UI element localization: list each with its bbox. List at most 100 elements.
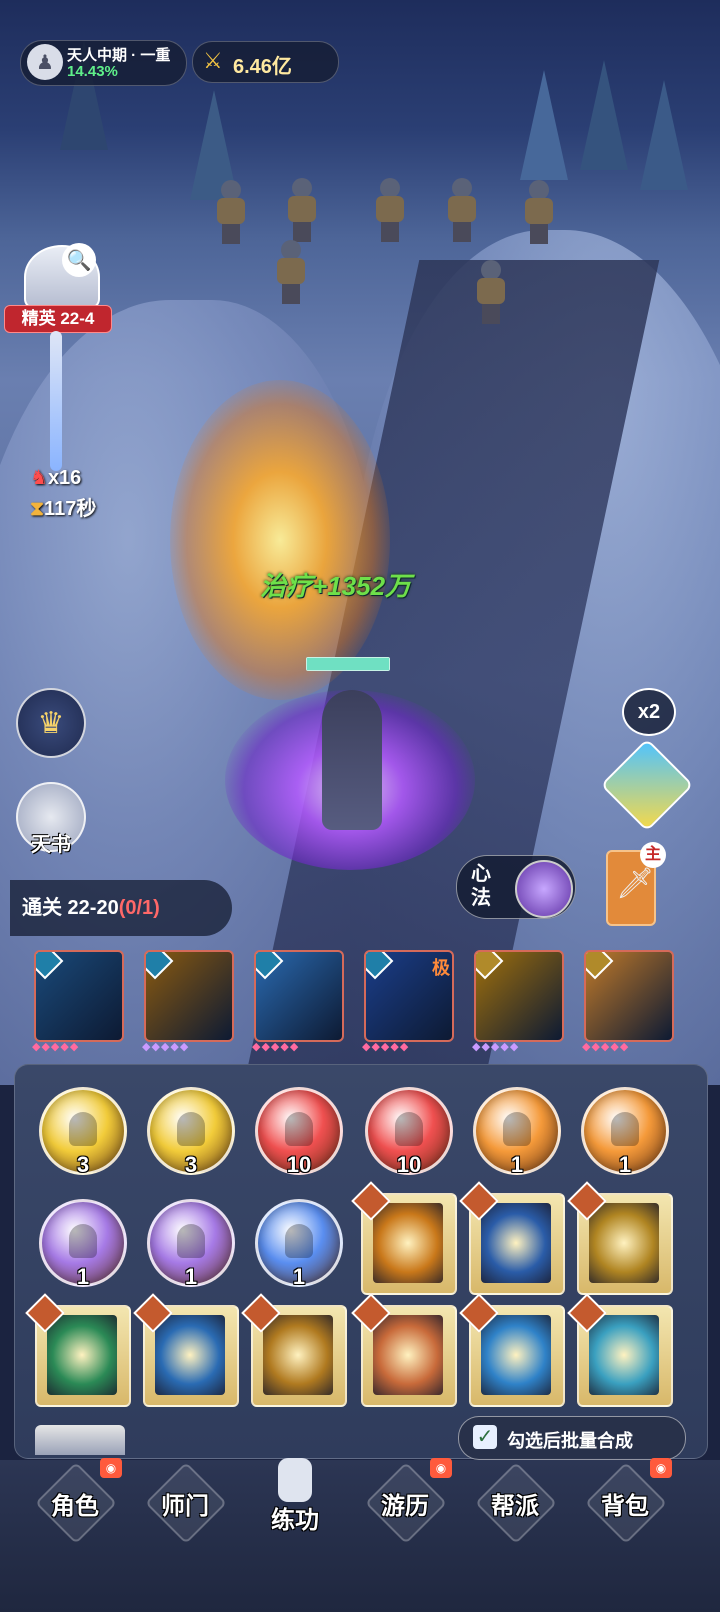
merge-bead[interactable]: 1	[581, 1087, 669, 1177]
taiji-art-icon	[481, 1203, 551, 1283]
nav-label: 角色	[51, 1493, 99, 1520]
batch-merge-toggle[interactable]: ✓ 勾选后批量合成	[458, 1416, 686, 1460]
nav-tab-4[interactable]: 帮派	[460, 1460, 570, 1560]
merge-bead[interactable]: 10	[255, 1087, 343, 1177]
merge-bead[interactable]: 1	[255, 1199, 343, 1289]
pine-tree	[640, 80, 688, 190]
merge-bead[interactable]: 3	[39, 1087, 127, 1177]
meditating-figure-icon	[285, 1112, 313, 1146]
bottom-nav: 角色 ◉ 师门 练功 游历 ◉ 帮派 背包 ◉	[0, 1458, 720, 1612]
stage-tag: 精英 22-4	[4, 305, 112, 333]
star-dots: ◆◆◆◆◆	[582, 1041, 630, 1053]
kill-counter: ♞x16	[30, 467, 82, 489]
bead-count: 3	[76, 1152, 90, 1177]
skill-book-sword[interactable]	[241, 1293, 347, 1407]
skill-book-leaf[interactable]	[25, 1293, 131, 1407]
nav-label: 帮派	[491, 1493, 539, 1520]
nav-label: 游历	[381, 1493, 429, 1520]
merge-bead[interactable]: 3	[147, 1087, 235, 1177]
skill-card-comets[interactable]	[584, 950, 674, 1042]
skill-card-cubes[interactable]	[254, 950, 344, 1042]
bead-count: 1	[510, 1152, 524, 1177]
realm-title: 天人中期 · 一重	[67, 47, 171, 64]
nav-tab-0[interactable]: 角色 ◉	[20, 1458, 130, 1560]
bead-count: 1	[618, 1152, 632, 1177]
skill-book-storm[interactable]	[133, 1293, 239, 1407]
meditating-figure-icon	[69, 1112, 97, 1146]
merge-bead[interactable]: 1	[147, 1199, 235, 1289]
star-dots: ◆◆◆◆◆	[142, 1041, 190, 1053]
enemy-soldier	[474, 260, 508, 324]
skill-card-orb[interactable]: 极	[364, 950, 454, 1042]
merge-panel: 3 3 10 10 1 1 1 1 1	[14, 1064, 708, 1459]
sword-school-icon	[586, 952, 614, 980]
stage-progress-rod	[50, 331, 62, 471]
demon-icon: ♞	[30, 467, 48, 489]
treasure-bag-button[interactable]: ♛	[16, 688, 86, 758]
batch-checkbox[interactable]: ✓	[473, 1425, 497, 1449]
nav-tab-2[interactable]: 练功	[240, 1458, 350, 1560]
skill-book-wave[interactable]	[459, 1293, 565, 1407]
skill-card-lightning[interactable]	[144, 950, 234, 1042]
pine-tree	[580, 60, 628, 170]
extreme-tag: 极	[432, 958, 450, 978]
swirl-school-icon	[366, 952, 394, 980]
meditating-figure-icon	[69, 1224, 97, 1258]
player-hero	[322, 690, 382, 830]
quest-bar[interactable]: 通关 22-20(0/1)	[10, 880, 232, 936]
meditating-figure-icon	[611, 1112, 639, 1146]
enemy-soldier	[373, 178, 407, 242]
bead-count: 10	[286, 1152, 312, 1177]
player-avatar-icon: ♟	[27, 44, 63, 80]
swirl-school-icon	[146, 952, 174, 980]
enemy-soldier	[214, 180, 248, 244]
search-icon[interactable]: 🔍	[62, 243, 96, 277]
merge-bead[interactable]: 1	[473, 1087, 561, 1177]
star-dots: ◆◆◆◆◆	[472, 1041, 520, 1053]
swirl-school-icon	[256, 952, 284, 980]
skill-card-sword-rain[interactable]	[474, 950, 564, 1042]
storm-art-icon	[155, 1315, 225, 1395]
tianshu-button[interactable]: 天书	[16, 782, 86, 856]
meditating-figure-icon	[177, 1224, 205, 1258]
xinfa-button[interactable]: 心法	[456, 855, 576, 919]
meditating-figure-icon	[503, 1112, 531, 1146]
nav-label: 练功	[271, 1507, 319, 1534]
skill-book-sword[interactable]	[567, 1181, 673, 1295]
nav-label: 背包	[601, 1493, 649, 1520]
star-dots: ◆◆◆◆◆	[252, 1041, 300, 1053]
nav-tab-3[interactable]: 游历 ◉	[350, 1458, 460, 1560]
dagger-icon: 🗡	[616, 867, 655, 900]
pine-tree	[520, 70, 568, 180]
meditating-figure-icon	[395, 1112, 423, 1146]
skill-book-wave[interactable]	[567, 1293, 673, 1407]
training-post-icon	[278, 1458, 312, 1502]
tianshu-label: 天书	[31, 834, 71, 856]
merge-bead[interactable]: 1	[39, 1199, 127, 1289]
enemy-soldier	[445, 178, 479, 242]
skill-book-sword[interactable]	[351, 1293, 457, 1407]
hero-hp-bar	[306, 657, 390, 671]
money-bag-icon: ♛	[37, 706, 65, 740]
skill-book-taiji[interactable]	[459, 1181, 565, 1295]
nav-tab-1[interactable]: 师门	[130, 1460, 240, 1560]
realm-badge[interactable]: ♟ 天人中期 · 一重 14.43%	[20, 40, 187, 86]
wave-art-icon	[481, 1315, 551, 1395]
sword-school-icon	[476, 952, 504, 980]
skill-card-ice[interactable]	[34, 950, 124, 1042]
main-weapon-badge: 主	[640, 842, 666, 868]
merge-bead[interactable]: 10	[365, 1087, 453, 1177]
heal-number: 治疗+1352万	[260, 571, 412, 601]
realm-progress: 14.43%	[67, 63, 118, 80]
combat-power[interactable]: ⚔ 6.46亿	[192, 41, 339, 83]
skill-book-partial[interactable]	[35, 1425, 125, 1455]
batch-label: 勾选后批量合成	[507, 1431, 633, 1451]
nav-label: 师门	[161, 1493, 209, 1520]
notification-badge-icon: ◉	[650, 1458, 672, 1478]
time-counter: ⧗117秒	[30, 498, 97, 520]
skill-book-monk[interactable]	[351, 1181, 457, 1295]
main-weapon-button[interactable]: 🗡 主	[606, 842, 666, 926]
nav-tab-5[interactable]: 背包 ◉	[570, 1458, 680, 1560]
meditating-figure-icon	[177, 1112, 205, 1146]
speed-toggle[interactable]: x2	[622, 688, 676, 736]
